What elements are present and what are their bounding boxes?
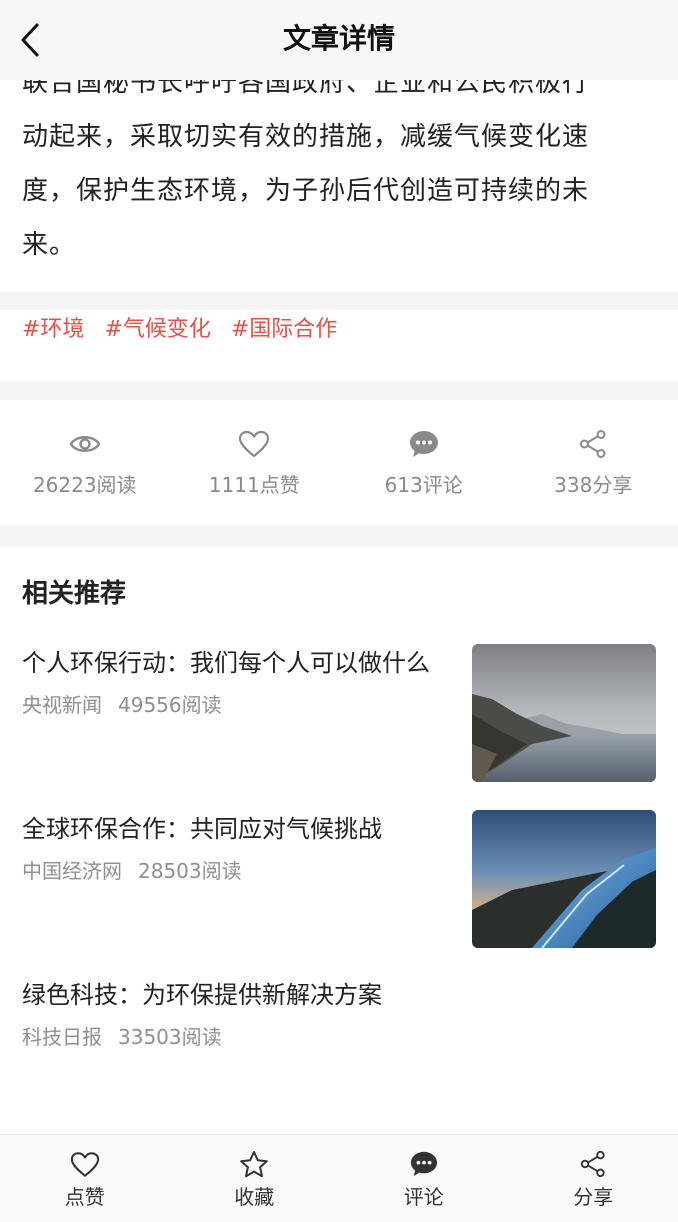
heart-icon [239, 430, 270, 458]
related-section-title: 相关推荐 [22, 579, 127, 609]
like-button[interactable]: 点赞 [0, 1135, 170, 1222]
views-count: 26223阅读 [32, 473, 137, 497]
stat-likes[interactable]: 1111点赞 [170, 400, 340, 526]
stat-views: 26223阅读 [0, 400, 170, 526]
comment-label: 评论 [403, 1185, 444, 1209]
related-source: 科技日报 [22, 1025, 102, 1049]
mountain-road-thumbnail [472, 810, 656, 948]
share-icon [580, 430, 606, 458]
related-headline: 绿色科技：为环保提供新解决方案 [22, 981, 382, 1009]
related-source: 央视新闻 [22, 693, 102, 717]
section-divider [0, 526, 678, 546]
comment-button[interactable]: 评论 [339, 1135, 509, 1222]
article-body: 联合国秘书长呼吁各国政府、企业和公民积极行 动起来，采取切实有效的措施，减缓气候… [22, 56, 656, 272]
stat-comments[interactable]: 613评论 [339, 400, 509, 526]
tag-environment[interactable]: #环境 [22, 312, 84, 348]
favorite-label: 收藏 [234, 1185, 275, 1209]
section-divider [0, 382, 678, 400]
section-divider [0, 292, 678, 310]
article-line: 动起来，采取切实有效的措施，减缓气候变化速 [22, 122, 590, 152]
share-icon [581, 1150, 605, 1178]
comments-count: 613评论 [384, 473, 463, 497]
tag-international-cooperation[interactable]: #国际合作 [231, 312, 337, 348]
coastal-mountains-thumbnail [472, 644, 656, 782]
article-line: 来。 [22, 230, 77, 260]
tag-climate-change[interactable]: #气候变化 [104, 312, 210, 348]
related-headline: 全球环保合作：共同应对气候挑战 [22, 815, 382, 843]
star-icon [240, 1150, 269, 1177]
stat-shares[interactable]: 338分享 [509, 400, 678, 526]
related-reads: 28503阅读 [138, 859, 242, 883]
related-reads: 33503阅读 [118, 1025, 222, 1049]
related-article-item[interactable]: 绿色科技：为环保提供新解决方案 科技日报 33503阅读 [22, 976, 656, 1056]
related-source: 中国经济网 [22, 859, 122, 883]
page-title: 文章详情 [282, 22, 395, 55]
related-article-item[interactable]: 个人环保行动：我们每个人可以做什么 央视新闻 49556阅读 [22, 644, 656, 782]
article-stats: 26223阅读 1111点赞 613评论 338分享 [0, 400, 678, 526]
share-label: 分享 [573, 1185, 614, 1209]
comment-bubble-icon [410, 1151, 437, 1177]
article-line: 度，保护生态环境，为子孙后代创造可持续的未 [22, 176, 590, 206]
bottom-action-bar: 点赞 收藏 评论 分享 [0, 1134, 678, 1222]
related-reads: 49556阅读 [118, 693, 222, 717]
heart-icon [70, 1151, 99, 1177]
favorite-button[interactable]: 收藏 [170, 1135, 340, 1222]
related-article-item[interactable]: 全球环保合作：共同应对气候挑战 中国经济网 28503阅读 [22, 810, 656, 948]
top-nav-bar: 文章详情 [0, 0, 678, 80]
tag-list: #环境 #气候变化 #国际合作 [22, 312, 337, 348]
shares-count: 338分享 [554, 473, 633, 497]
eye-icon [69, 436, 101, 452]
like-label: 点赞 [64, 1185, 105, 1209]
related-headline: 个人环保行动：我们每个人可以做什么 [22, 649, 430, 677]
comment-bubble-icon [409, 431, 438, 457]
share-button[interactable]: 分享 [509, 1135, 678, 1222]
likes-count: 1111点赞 [208, 473, 300, 497]
